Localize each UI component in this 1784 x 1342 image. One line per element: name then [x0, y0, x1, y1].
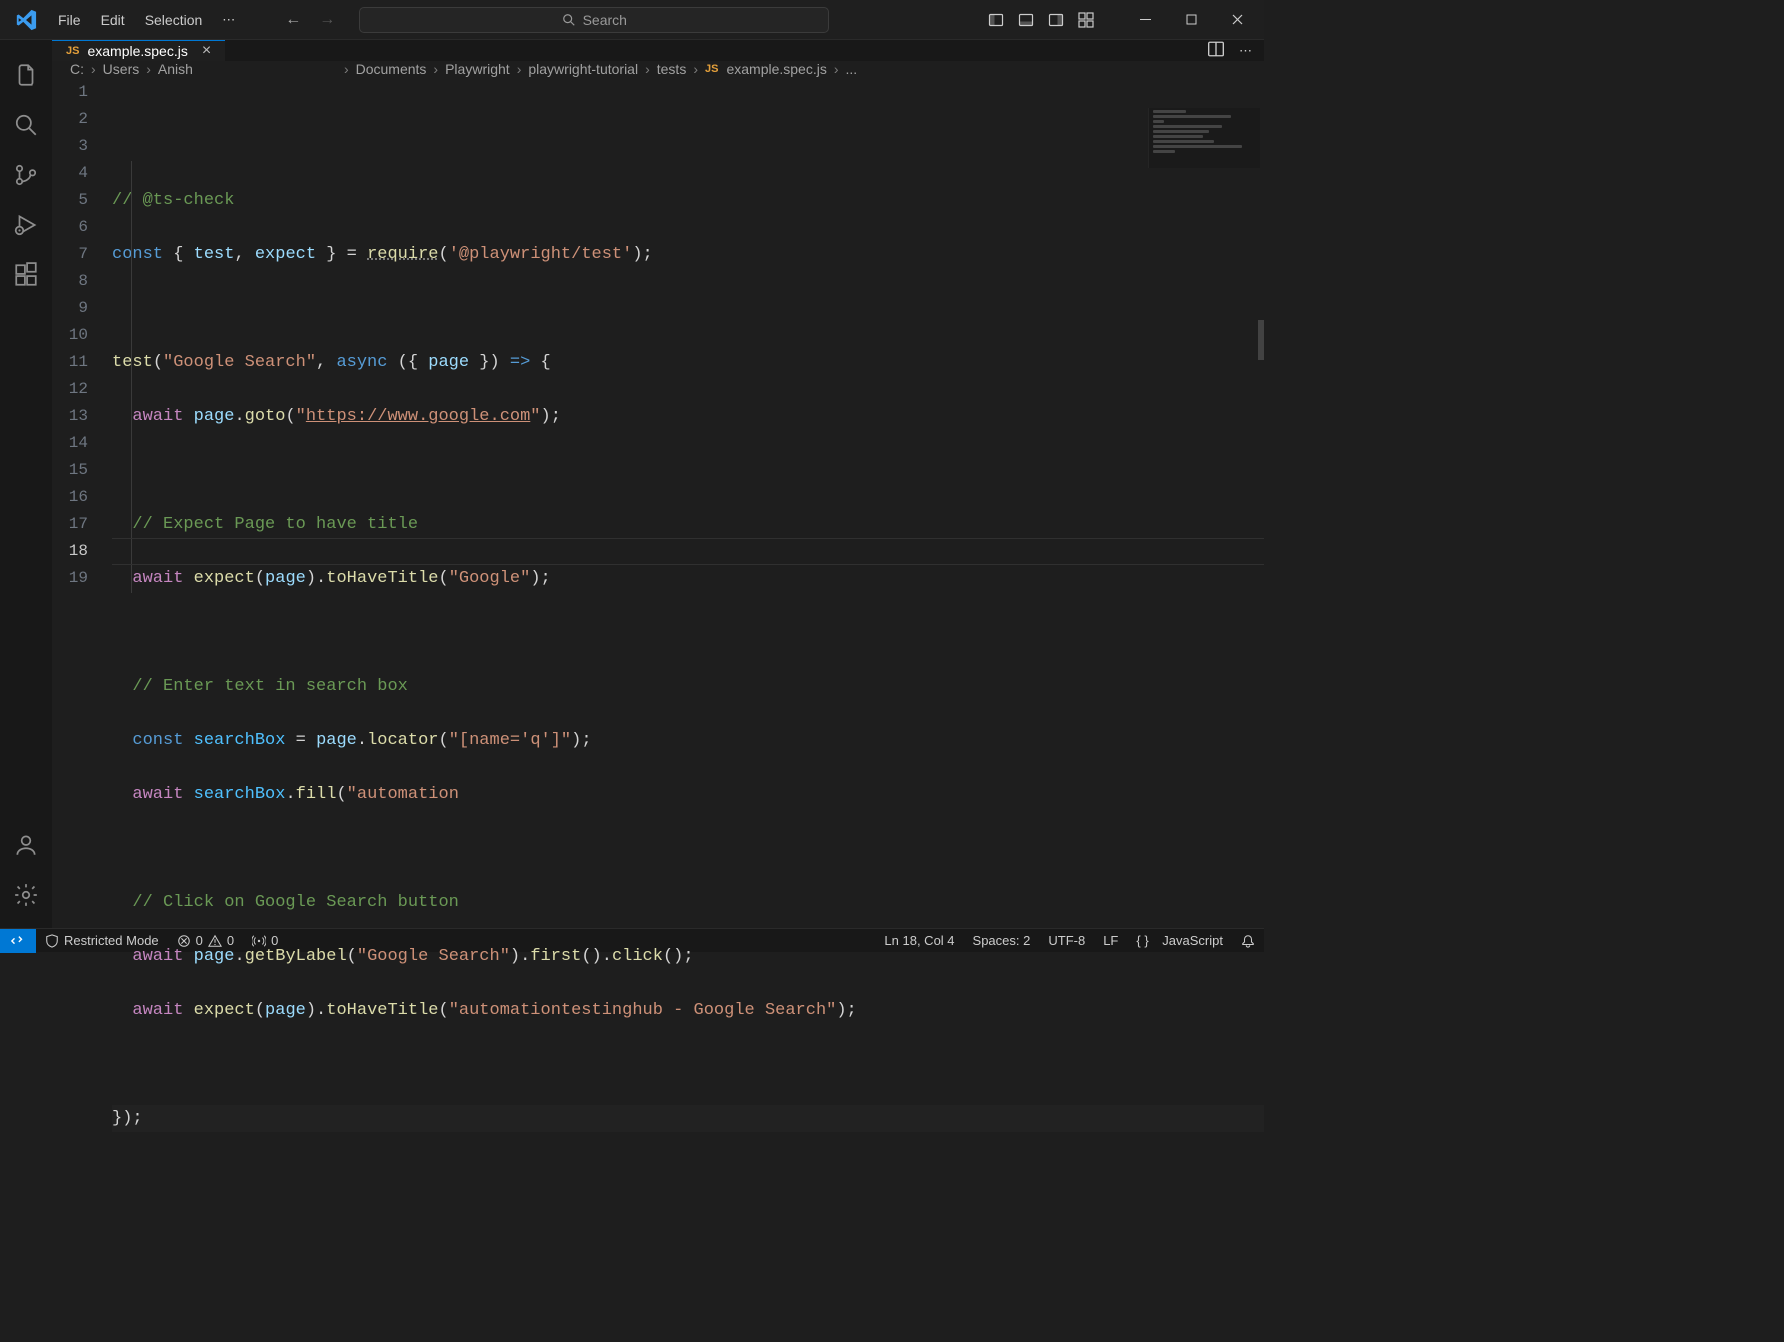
minimap[interactable]: [1148, 108, 1260, 168]
status-remote-icon[interactable]: [0, 929, 36, 953]
activity-settings-icon[interactable]: [0, 870, 52, 920]
menu-selection[interactable]: Selection: [135, 8, 213, 32]
chevron-right-icon: ›: [88, 61, 99, 77]
title-actions: [988, 0, 1264, 40]
tab-actions: ⋯: [1207, 40, 1264, 61]
toggle-secondary-sidebar-icon[interactable]: [1048, 12, 1064, 28]
main-row: JS example.spec.js × ⋯ C:› Users› Anish …: [0, 40, 1264, 928]
nav-forward-icon: →: [319, 11, 335, 29]
chevron-right-icon: ›: [514, 61, 525, 77]
customize-layout-icon[interactable]: [1078, 12, 1094, 28]
crumb-more[interactable]: ...: [846, 61, 858, 77]
toggle-primary-sidebar-icon[interactable]: [988, 12, 1004, 28]
nav-back-icon[interactable]: ←: [285, 11, 301, 29]
line-gutter: 1234 5678 9101112 13141516 171819: [52, 77, 112, 1240]
js-file-icon: JS: [705, 63, 718, 75]
breadcrumb[interactable]: C:› Users› Anish › Documents› Playwright…: [52, 61, 1264, 77]
editor-group: JS example.spec.js × ⋯ C:› Users› Anish …: [52, 40, 1264, 928]
tab-example-spec[interactable]: JS example.spec.js ×: [52, 40, 225, 61]
title-bar: File Edit Selection ⋯ ← → Search: [0, 0, 1264, 40]
activity-extensions-icon[interactable]: [0, 250, 52, 300]
activity-explorer-icon[interactable]: [0, 50, 52, 100]
search-placeholder: Search: [583, 12, 627, 28]
menu-bar: File Edit Selection ⋯: [48, 8, 245, 32]
vscode-logo-icon: [10, 4, 42, 36]
activity-accounts-icon[interactable]: [0, 820, 52, 870]
editor-area[interactable]: 1234 5678 9101112 13141516 171819 // @ts…: [52, 77, 1264, 1240]
split-editor-icon[interactable]: [1207, 40, 1225, 61]
toggle-panel-icon[interactable]: [1018, 12, 1034, 28]
activity-scm-icon[interactable]: [0, 150, 52, 200]
menu-edit[interactable]: Edit: [91, 8, 135, 32]
crumb-drive[interactable]: C:: [70, 61, 84, 77]
chevron-right-icon: ›: [143, 61, 154, 77]
menu-more-icon[interactable]: ⋯: [212, 8, 245, 32]
window-maximize-icon[interactable]: [1168, 0, 1214, 40]
js-file-icon: JS: [66, 45, 79, 57]
tab-title: example.spec.js: [87, 43, 187, 59]
code-content[interactable]: // @ts-check const { test, expect } = re…: [112, 77, 1264, 1240]
crumb-anish[interactable]: Anish: [158, 61, 193, 77]
scrollbar-thumb[interactable]: [1258, 320, 1264, 360]
activity-bar: [0, 40, 52, 928]
crumb-file[interactable]: example.spec.js: [726, 61, 826, 77]
window-controls: [1122, 0, 1260, 40]
activity-bottom: [0, 820, 52, 920]
activity-search-icon[interactable]: [0, 100, 52, 150]
nav-controls: ← →: [285, 11, 335, 29]
command-center-search[interactable]: Search: [359, 7, 829, 33]
crumb-tutorial[interactable]: playwright-tutorial: [528, 61, 638, 77]
crumb-documents[interactable]: Documents: [356, 61, 427, 77]
chevron-right-icon: ›: [642, 61, 653, 77]
chevron-right-icon: ›: [831, 61, 842, 77]
chevron-right-icon: ›: [690, 61, 701, 77]
activity-debug-icon[interactable]: [0, 200, 52, 250]
search-icon: [562, 13, 576, 27]
window-minimize-icon[interactable]: [1122, 0, 1168, 40]
crumb-playwright[interactable]: Playwright: [445, 61, 510, 77]
crumb-tests[interactable]: tests: [657, 61, 687, 77]
more-actions-icon[interactable]: ⋯: [1239, 43, 1252, 59]
window-close-icon[interactable]: [1214, 0, 1260, 40]
chevron-right-icon: ›: [430, 61, 441, 77]
crumb-users[interactable]: Users: [103, 61, 140, 77]
chevron-right-icon: ›: [341, 61, 352, 77]
menu-file[interactable]: File: [48, 8, 91, 32]
tab-close-icon[interactable]: ×: [202, 42, 211, 60]
tabs-bar: JS example.spec.js × ⋯: [52, 40, 1264, 61]
